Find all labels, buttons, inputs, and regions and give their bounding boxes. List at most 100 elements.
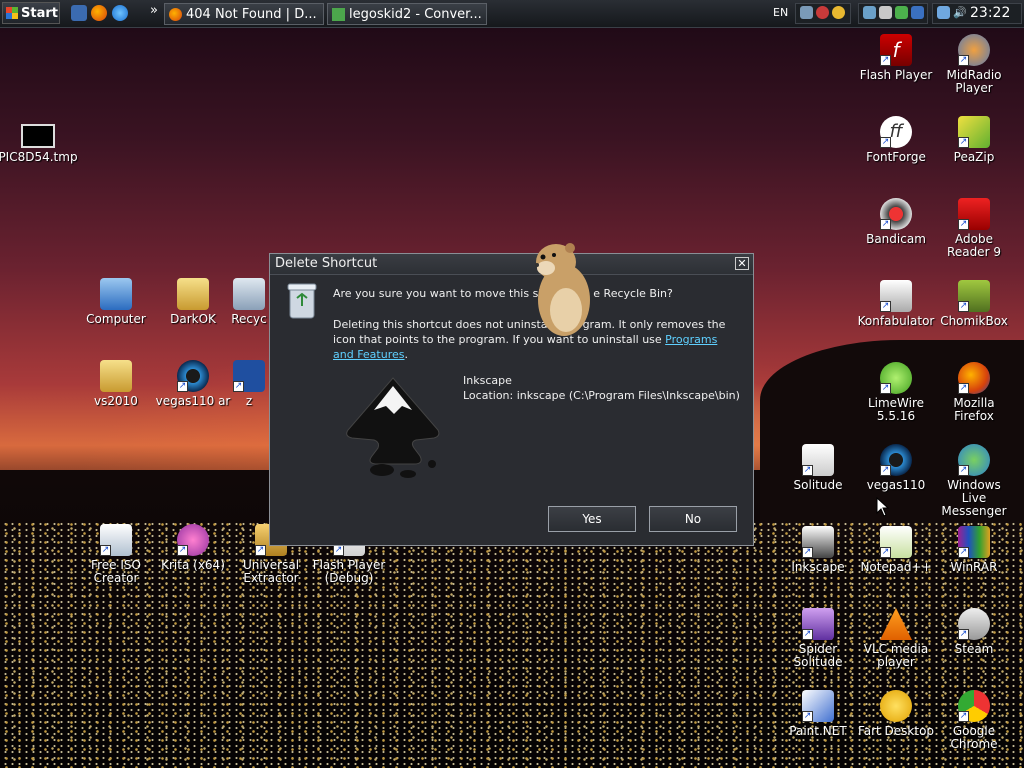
vegas-icon: ↗ <box>880 444 912 476</box>
windows-logo-icon <box>6 7 18 19</box>
messenger-icon: ↗ <box>958 444 990 476</box>
item-info: Inkscape Location: inkscape (C:\Program … <box>463 373 740 403</box>
desktop-icon-spider-solitude[interactable]: ↗ Spider Solitude <box>778 608 858 669</box>
inkscape-logo-icon <box>346 377 440 478</box>
desktop-icon-chomikbox[interactable]: ↗ ChomikBox <box>934 280 1014 328</box>
notepad-plus-plus-icon: ↗ <box>880 526 912 558</box>
desktop-icon-free-iso-creator[interactable]: ↗ Free ISO Creator <box>76 524 156 585</box>
limewire-icon: ↗ <box>880 362 912 394</box>
taskbar-item-legoskid2[interactable]: legoskid2 - Conver... <box>327 3 487 25</box>
task-label: legoskid2 - Conver... <box>349 6 482 22</box>
chomikbox-icon: ↗ <box>958 280 990 312</box>
tray-device-icon[interactable] <box>879 6 892 19</box>
desktop-icon-konfabulator[interactable]: ↗ Konfabulator <box>856 280 936 328</box>
vegas-icon: ↗ <box>177 360 209 392</box>
start-button[interactable]: Start <box>2 2 60 24</box>
desktop-icon-computer[interactable]: Computer <box>76 278 156 326</box>
recycle-bin-icon <box>287 283 317 319</box>
desktop-icon-pic8d54[interactable]: PIC8D54.tmp <box>0 124 78 164</box>
folder-icon <box>177 278 209 310</box>
desktop-icon-krita[interactable]: ↗ Krita (x64) <box>153 524 233 572</box>
desktop: Start » 404 Not Found | D... legoskid2 -… <box>0 0 1024 768</box>
tray-update-icon[interactable] <box>895 6 908 19</box>
item-location: Location: inkscape (C:\Program Files\Ink… <box>463 389 740 402</box>
recycle-bin-icon <box>233 278 265 310</box>
volume-icon[interactable]: 🔊 <box>953 6 967 19</box>
desktop-icon-fontforge[interactable]: ff ↗ FontForge <box>856 116 936 164</box>
desktop-icon-steam[interactable]: ↗ Steam <box>934 608 1014 656</box>
no-button[interactable]: No <box>649 506 737 532</box>
yes-button[interactable]: Yes <box>548 506 636 532</box>
hamster-buddy[interactable] <box>532 238 592 338</box>
winrar-icon: ↗ <box>958 526 990 558</box>
taskbar-item-404[interactable]: 404 Not Found | D... <box>164 3 324 25</box>
midradio-icon: ↗ <box>958 34 990 66</box>
bandicam-icon: ↗ <box>880 198 912 230</box>
desktop-icon-flash-player[interactable]: f ↗ Flash Player <box>856 34 936 82</box>
show-desktop-icon[interactable] <box>71 5 87 21</box>
firefox-icon[interactable] <box>91 5 107 21</box>
vlc-icon <box>880 608 912 640</box>
desktop-icon-vegas110-ar[interactable]: ↗ vegas110 ar <box>153 360 233 408</box>
inkscape-task-icon <box>332 7 345 21</box>
inkscape-icon: ↗ <box>802 526 834 558</box>
firefox-icon: ↗ <box>958 362 990 394</box>
tray-network-icon[interactable] <box>800 6 813 19</box>
desktop-icon-vs2010[interactable]: vs2010 <box>76 360 156 408</box>
tray-monitor-icon[interactable] <box>937 6 950 19</box>
desktop-icon-z[interactable]: ↗ z <box>228 360 270 408</box>
konfabulator-icon: ↗ <box>880 280 912 312</box>
quicklaunch-overflow-icon[interactable]: » <box>150 3 158 18</box>
peazip-icon: ↗ <box>958 116 990 148</box>
tray-antivirus-icon[interactable] <box>816 6 829 19</box>
taskbar: Start » 404 Not Found | D... legoskid2 -… <box>0 0 1024 28</box>
close-button[interactable]: ✕ <box>735 257 749 270</box>
desktop-icon-firefox[interactable]: ↗ Mozilla Firefox <box>934 362 1014 423</box>
tray-people-icon[interactable] <box>911 6 924 19</box>
desktop-icon-vegas110[interactable]: ↗ vegas110 <box>856 444 936 492</box>
desktop-icon-windows-live-messenger[interactable]: ↗ Windows Live Messenger <box>934 444 1014 518</box>
desktop-icon-notepad-plus-plus[interactable]: ↗ Notepad++ <box>856 526 936 574</box>
iso-creator-icon: ↗ <box>100 524 132 556</box>
clock[interactable]: 23:22 <box>970 5 1010 21</box>
flash-player-icon: f ↗ <box>880 34 912 66</box>
desktop-icon-paint-net[interactable]: ↗ Paint.NET <box>778 690 858 738</box>
image-file-icon <box>21 124 55 148</box>
fontforge-icon: ff ↗ <box>880 116 912 148</box>
item-name: Inkscape <box>463 374 512 387</box>
tray-smiley-icon[interactable] <box>832 6 845 19</box>
desktop-icon-limewire[interactable]: ↗ LimeWire 5.5.16 <box>856 362 936 423</box>
desktop-icon-inkscape[interactable]: ↗ Inkscape <box>778 526 858 574</box>
fart-desktop-icon <box>880 690 912 722</box>
computer-icon <box>100 278 132 310</box>
desktop-icon-recycle-bin[interactable]: Recyc <box>228 278 270 326</box>
solitude-icon: ↗ <box>802 444 834 476</box>
desktop-icon-peazip[interactable]: ↗ PeaZip <box>934 116 1014 164</box>
steam-icon: ↗ <box>958 608 990 640</box>
desktop-icon-vlc[interactable]: VLC media player <box>856 608 936 669</box>
application-icon: ↗ <box>233 360 265 392</box>
spider-solitude-icon: ↗ <box>802 608 834 640</box>
krita-icon: ↗ <box>177 524 209 556</box>
dialog-title: Delete Shortcut <box>270 254 753 275</box>
desktop-icon-midradio[interactable]: ↗ MidRadio Player <box>934 34 1014 95</box>
firefox-icon <box>169 7 182 21</box>
desktop-icon-darkok[interactable]: DarkOK <box>153 278 233 326</box>
desktop-icon-adobe-reader[interactable]: ↗ Adobe Reader 9 <box>934 198 1014 259</box>
desktop-icon-fart-desktop[interactable]: Fart Desktop <box>856 690 936 738</box>
mouse-cursor-icon <box>876 497 890 517</box>
task-label: 404 Not Found | D... <box>186 6 317 22</box>
desktop-icon-google-chrome[interactable]: ↗ Google Chrome <box>934 690 1014 751</box>
delete-shortcut-dialog: Delete Shortcut ✕ Are you sure you want … <box>269 253 754 546</box>
internet-explorer-icon[interactable] <box>112 5 128 21</box>
paint-net-icon: ↗ <box>802 690 834 722</box>
adobe-reader-icon: ↗ <box>958 198 990 230</box>
desktop-icon-winrar[interactable]: ↗ WinRAR <box>934 526 1014 574</box>
tray-display-icon[interactable] <box>863 6 876 19</box>
folder-icon <box>100 360 132 392</box>
desktop-icon-solitude[interactable]: ↗ Solitude <box>778 444 858 492</box>
desktop-icon-bandicam[interactable]: ↗ Bandicam <box>856 198 936 246</box>
start-label: Start <box>21 5 58 21</box>
language-indicator[interactable]: EN <box>773 6 788 19</box>
question-text: Are you sure you want to move this sh e R… <box>333 287 673 300</box>
